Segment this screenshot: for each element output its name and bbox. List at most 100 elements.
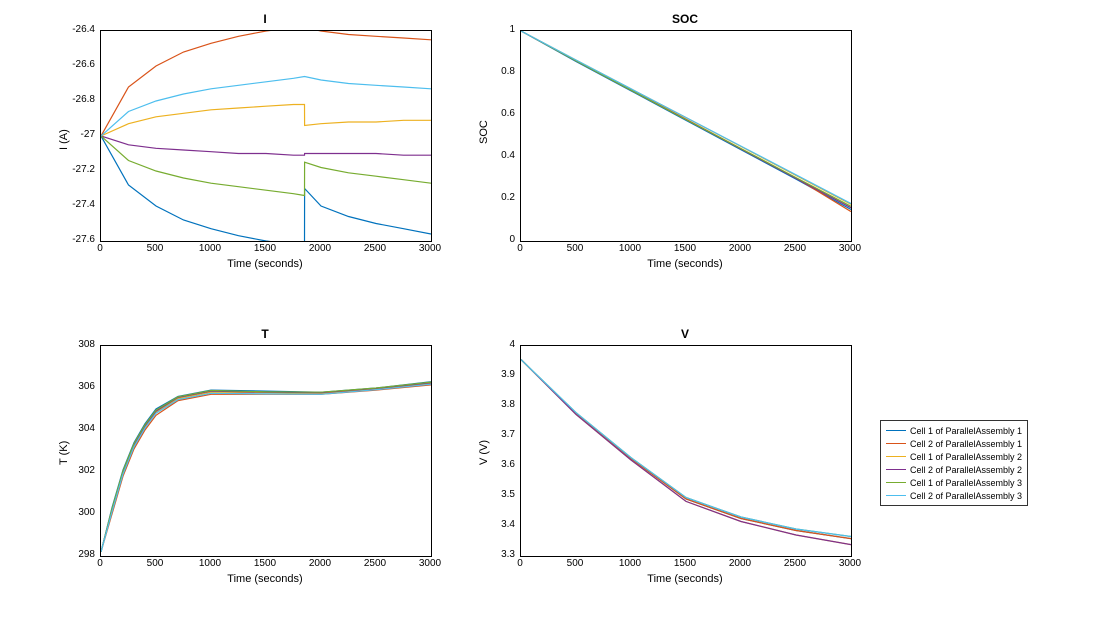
x-tick: 1000 xyxy=(619,558,641,569)
x-axis-label: Time (seconds) xyxy=(520,258,850,270)
legend-item: Cell 1 of ParallelAssembly 1 xyxy=(886,424,1022,437)
y-tick: 0.6 xyxy=(480,108,515,119)
x-tick: 1500 xyxy=(254,558,276,569)
legend-item: Cell 2 of ParallelAssembly 1 xyxy=(886,437,1022,450)
y-tick: 0.4 xyxy=(480,150,515,161)
y-tick: -26.6 xyxy=(60,59,95,70)
series-line xyxy=(101,383,431,551)
x-tick: 1500 xyxy=(254,243,276,254)
x-tick: 1000 xyxy=(199,243,221,254)
y-tick: -27.4 xyxy=(60,199,95,210)
chart-title: SOC xyxy=(520,12,850,26)
x-tick: 500 xyxy=(147,558,164,569)
legend-swatch xyxy=(886,495,906,496)
x-axis-label: Time (seconds) xyxy=(100,573,430,585)
legend-item: Cell 1 of ParallelAssembly 3 xyxy=(886,476,1022,489)
y-axis-label: SOC xyxy=(478,120,490,144)
series-line xyxy=(101,385,431,552)
x-tick: 0 xyxy=(517,558,523,569)
y-tick: 3.7 xyxy=(480,429,515,440)
y-tick: 3.3 xyxy=(480,549,515,560)
legend-label: Cell 2 of ParallelAssembly 3 xyxy=(910,491,1022,501)
y-tick: 0.2 xyxy=(480,192,515,203)
x-tick: 0 xyxy=(97,243,103,254)
series-line xyxy=(521,360,851,539)
x-tick: 2000 xyxy=(729,243,751,254)
series-line xyxy=(101,105,431,137)
y-tick: 3.4 xyxy=(480,519,515,530)
legend-swatch xyxy=(886,456,906,457)
y-tick: 0.8 xyxy=(480,66,515,77)
series-line xyxy=(101,384,431,552)
x-tick: 2000 xyxy=(729,558,751,569)
x-tick: 3000 xyxy=(839,243,861,254)
legend: Cell 1 of ParallelAssembly 1Cell 2 of Pa… xyxy=(880,420,1028,506)
x-tick: 0 xyxy=(97,558,103,569)
subplot-voltage: V V (V) Time (seconds) 3.33.43.53.63.73.… xyxy=(520,345,850,555)
legend-item: Cell 1 of ParallelAssembly 2 xyxy=(886,450,1022,463)
legend-label: Cell 1 of ParallelAssembly 3 xyxy=(910,478,1022,488)
y-tick: 3.9 xyxy=(480,369,515,380)
x-axis-label: Time (seconds) xyxy=(520,573,850,585)
y-tick: -26.4 xyxy=(60,24,95,35)
x-tick: 2500 xyxy=(364,243,386,254)
y-tick: 306 xyxy=(60,381,95,392)
x-tick: 2000 xyxy=(309,243,331,254)
x-tick: 1000 xyxy=(619,243,641,254)
plot-area xyxy=(520,345,852,557)
x-tick: 500 xyxy=(567,558,584,569)
x-tick: 500 xyxy=(567,243,584,254)
y-tick: 3.6 xyxy=(480,459,515,470)
y-tick: -27 xyxy=(60,129,95,140)
x-tick: 0 xyxy=(517,243,523,254)
series-line xyxy=(101,382,431,552)
series-line xyxy=(101,31,431,136)
plot-area xyxy=(520,30,852,242)
series-line xyxy=(101,136,431,241)
x-tick: 500 xyxy=(147,243,164,254)
legend-label: Cell 2 of ParallelAssembly 2 xyxy=(910,465,1022,475)
chart-title: T xyxy=(100,327,430,341)
x-tick: 1500 xyxy=(674,243,696,254)
legend-item: Cell 2 of ParallelAssembly 2 xyxy=(886,463,1022,476)
x-tick: 2500 xyxy=(784,243,806,254)
subplot-temperature: T T (K) Time (seconds) 29830030230430630… xyxy=(100,345,430,555)
y-tick: 1 xyxy=(480,24,515,35)
legend-item: Cell 2 of ParallelAssembly 3 xyxy=(886,489,1022,502)
series-line xyxy=(521,31,851,204)
y-tick: 300 xyxy=(60,507,95,518)
series-line xyxy=(101,136,431,196)
x-tick: 1500 xyxy=(674,558,696,569)
series-line xyxy=(521,360,851,537)
chart-title: I xyxy=(100,12,430,26)
y-tick: 3.8 xyxy=(480,399,515,410)
legend-label: Cell 1 of ParallelAssembly 1 xyxy=(910,426,1022,436)
y-tick: 4 xyxy=(480,339,515,350)
series-line xyxy=(101,382,431,552)
x-tick: 2000 xyxy=(309,558,331,569)
legend-swatch xyxy=(886,469,906,470)
y-tick: 304 xyxy=(60,423,95,434)
legend-swatch xyxy=(886,482,906,483)
subplot-current: I I (A) Time (seconds) -27.6-27.4-27.2-2… xyxy=(100,30,430,240)
x-axis-label: Time (seconds) xyxy=(100,258,430,270)
legend-swatch xyxy=(886,430,906,431)
y-axis-label: T (K) xyxy=(58,441,70,465)
y-tick: 298 xyxy=(60,549,95,560)
x-tick: 3000 xyxy=(419,243,441,254)
x-tick: 2500 xyxy=(784,558,806,569)
x-tick: 1000 xyxy=(199,558,221,569)
y-tick: 0 xyxy=(480,234,515,245)
legend-label: Cell 1 of ParallelAssembly 2 xyxy=(910,452,1022,462)
y-tick: 3.5 xyxy=(480,489,515,500)
series-line xyxy=(521,360,851,545)
x-tick: 3000 xyxy=(839,558,861,569)
y-tick: -27.6 xyxy=(60,234,95,245)
series-line xyxy=(521,360,851,539)
y-tick: 308 xyxy=(60,339,95,350)
series-line xyxy=(521,360,851,537)
legend-swatch xyxy=(886,443,906,444)
series-line xyxy=(101,136,431,155)
y-tick: -27.2 xyxy=(60,164,95,175)
x-tick: 2500 xyxy=(364,558,386,569)
